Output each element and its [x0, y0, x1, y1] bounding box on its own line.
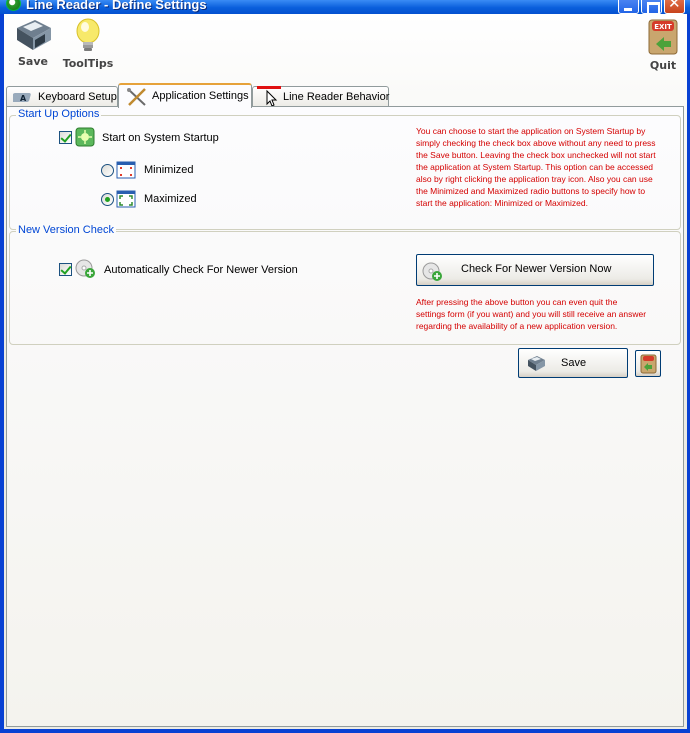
svg-text:EXIT: EXIT	[654, 23, 672, 31]
auto-check-version-checkbox[interactable]	[59, 263, 72, 276]
save-button[interactable]: Save	[518, 348, 628, 378]
exit-sign-icon	[640, 354, 657, 374]
minimize-button[interactable]	[618, 0, 639, 14]
minimized-radio[interactable]	[101, 164, 114, 177]
startup-help-note: You can choose to start the application …	[416, 126, 656, 208]
tab-keyboard-setup[interactable]: A Keyboard Setup	[6, 86, 118, 107]
version-help-note: After pressing the above button you can …	[416, 297, 647, 331]
tab-application-settings[interactable]: Application Settings	[118, 83, 252, 108]
minimized-label: Minimized	[144, 164, 194, 176]
floppy-disk-icon	[528, 356, 545, 371]
close-icon: ✕	[668, 0, 681, 12]
update-disc-icon	[422, 262, 442, 281]
version-check-group: New Version Check Automatically Check Fo…	[9, 224, 681, 345]
toolbar-tooltips-button[interactable]: ToolTips	[60, 18, 116, 70]
toolbar-quit-button[interactable]: EXIT Quit	[644, 18, 682, 72]
tab-line-reader-behavior[interactable]: Line Reader Behavior	[252, 86, 389, 107]
tools-icon	[127, 88, 146, 106]
version-check-legend: New Version Check	[16, 224, 116, 236]
lightbulb-icon	[76, 18, 100, 51]
check-newer-version-label: Check For Newer Version Now	[461, 263, 612, 275]
tab-strip: A Keyboard Setup Application Settings Li…	[4, 83, 686, 108]
maximized-radio[interactable]	[101, 193, 114, 206]
pointer-icon	[257, 86, 281, 107]
svg-text:A: A	[20, 94, 27, 103]
save-button-label: Save	[561, 357, 587, 369]
quit-button[interactable]	[635, 350, 661, 377]
app-window: Line Reader - Define Settings ✕ Save Too…	[0, 0, 690, 733]
app-icon	[6, 0, 21, 11]
startup-gear-icon	[75, 127, 95, 147]
minimized-window-icon	[116, 161, 136, 179]
toolbar-tooltips-label: ToolTips	[62, 57, 114, 70]
check-newer-version-button[interactable]: Check For Newer Version Now	[416, 254, 654, 286]
keyboard-icon: A	[13, 93, 31, 103]
toolbar-save-label: Save	[18, 55, 48, 68]
tab-keyboard-setup-label: Keyboard Setup	[38, 91, 117, 103]
window-frame-bottom	[0, 729, 690, 733]
start-on-startup-label: Start on System Startup	[102, 132, 219, 144]
application-settings-panel: Start Up Options Start on System Startup…	[6, 106, 684, 727]
start-on-startup-checkbox[interactable]	[59, 131, 72, 144]
maximized-label: Maximized	[144, 193, 197, 205]
toolbar-quit-label: Quit	[649, 59, 677, 72]
update-disc-icon	[75, 259, 95, 278]
close-button[interactable]: ✕	[664, 0, 685, 14]
startup-options-legend: Start Up Options	[16, 108, 102, 120]
floppy-disk-icon	[17, 20, 51, 50]
auto-check-version-label: Automatically Check For Newer Version	[104, 264, 298, 276]
tab-line-reader-behavior-label: Line Reader Behavior	[283, 91, 390, 103]
startup-options-group: Start Up Options Start on System Startup…	[9, 108, 681, 230]
exit-sign-icon: EXIT	[648, 19, 678, 55]
maximize-button[interactable]	[641, 0, 662, 14]
toolbar-save-button[interactable]: Save	[12, 18, 54, 68]
maximized-window-icon	[116, 190, 136, 208]
tab-application-settings-label: Application Settings	[152, 90, 249, 102]
window-title: Line Reader - Define Settings	[26, 0, 207, 12]
title-bar[interactable]: Line Reader - Define Settings ✕	[0, 0, 690, 14]
